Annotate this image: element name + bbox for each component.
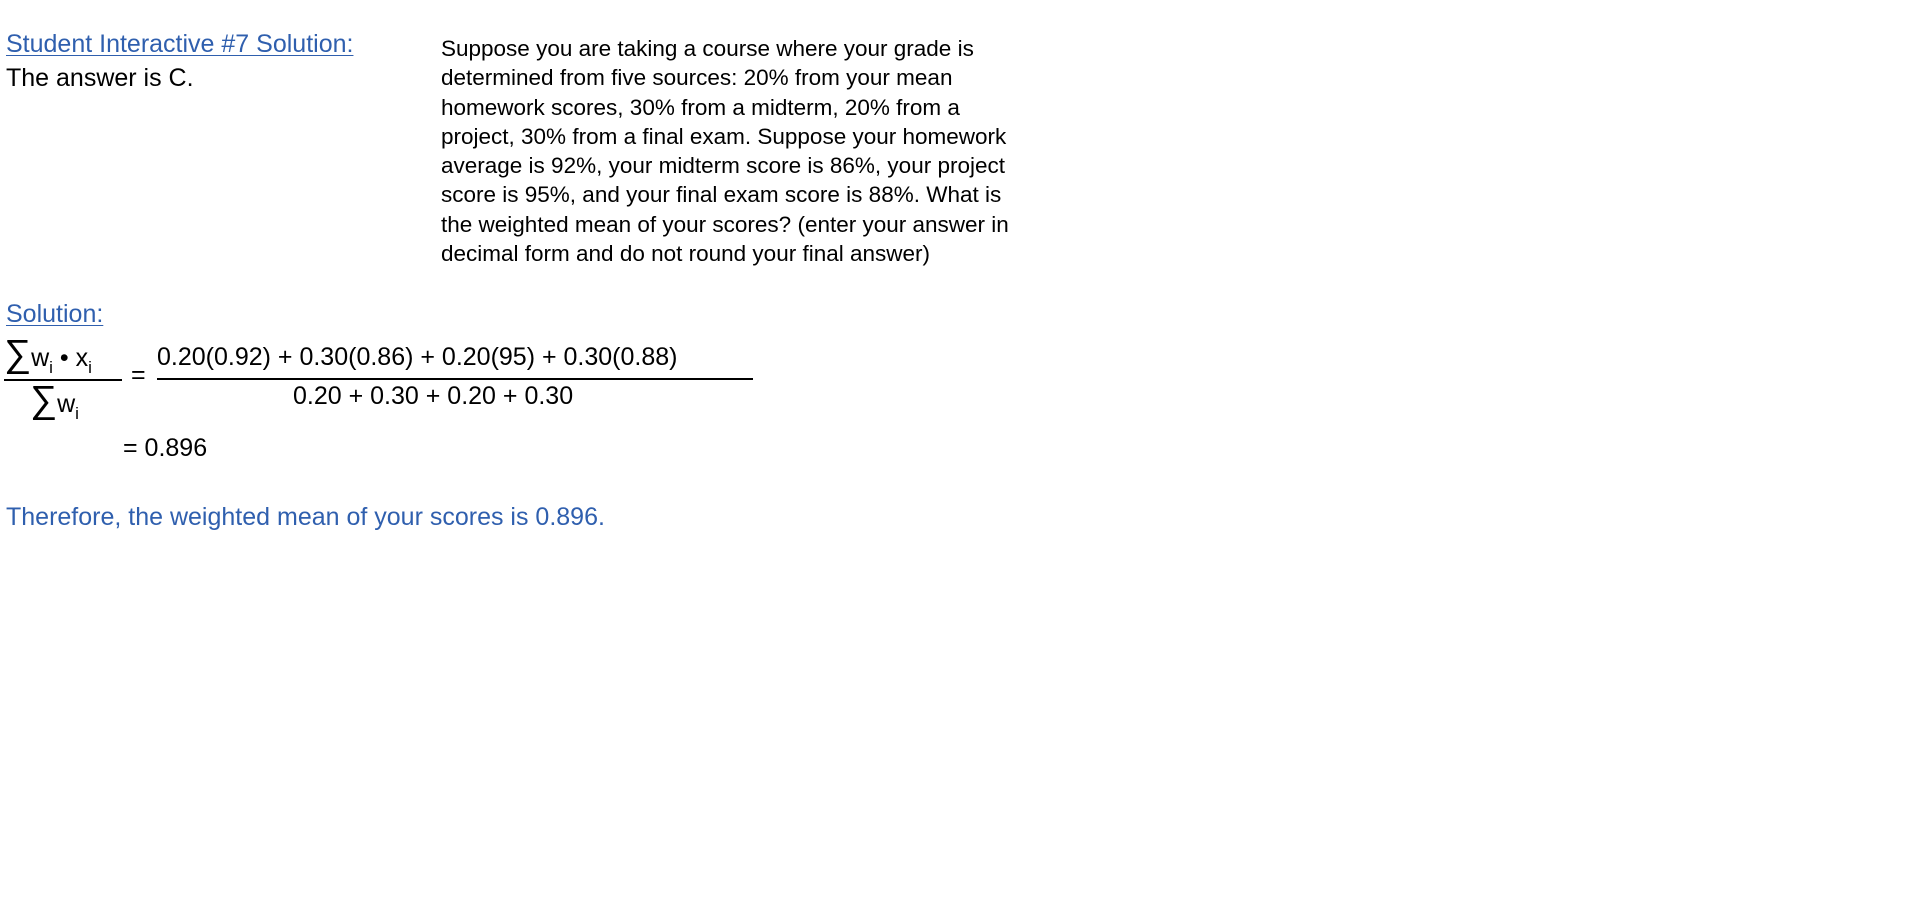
- formula-lhs-numerator: ∑wi • xi: [4, 333, 92, 377]
- question-line: project, 30% from a final exam. Suppose …: [441, 123, 1007, 149]
- question-line: average is 92%, your midterm score is 86…: [441, 153, 1005, 179]
- question-line: score is 95%, and your final exam score …: [441, 182, 1002, 208]
- question-line: decimal form and do not round your final…: [441, 241, 931, 267]
- formula-result: = 0.896: [123, 434, 208, 462]
- formula-rhs-denominator: 0.20 + 0.30 + 0.20 + 0.30: [293, 382, 574, 410]
- subscript-index: i: [88, 358, 92, 377]
- conclusion-text: Therefore, the weighted mean of your sco…: [6, 503, 605, 531]
- subscript-index: i: [75, 404, 79, 423]
- question-line: Suppose you are taking a course where yo…: [441, 36, 974, 61]
- sigma-symbol: ∑: [30, 379, 58, 421]
- question-line: determined from five sources: 20% from y…: [441, 65, 953, 91]
- question-text: Suppose you are taking a course where yo…: [441, 34, 1091, 268]
- question-line: the weighted mean of your scores? (enter…: [441, 211, 1009, 237]
- score-variable: x: [75, 344, 89, 372]
- formula-rhs-numerator: 0.20(0.92) + 0.30(0.86) + 0.20(95) + 0.3…: [157, 343, 678, 371]
- question-line: homework scores, 30% from a midterm, 20%…: [441, 94, 960, 120]
- solution-heading: Solution:: [6, 300, 104, 328]
- weight-variable: w: [31, 344, 50, 372]
- answer-text: The answer is C.: [6, 64, 194, 92]
- multiply-dot: •: [52, 344, 76, 372]
- page-title: Student Interactive #7 Solution:: [6, 30, 354, 58]
- formula-equals-sign: =: [131, 361, 146, 389]
- formula-rhs-fraction-bar: [157, 378, 753, 380]
- weight-variable: w: [57, 390, 76, 418]
- formula-lhs-denominator: ∑wi: [30, 379, 79, 423]
- subscript-index: i: [49, 358, 53, 377]
- sigma-symbol: ∑: [4, 333, 32, 375]
